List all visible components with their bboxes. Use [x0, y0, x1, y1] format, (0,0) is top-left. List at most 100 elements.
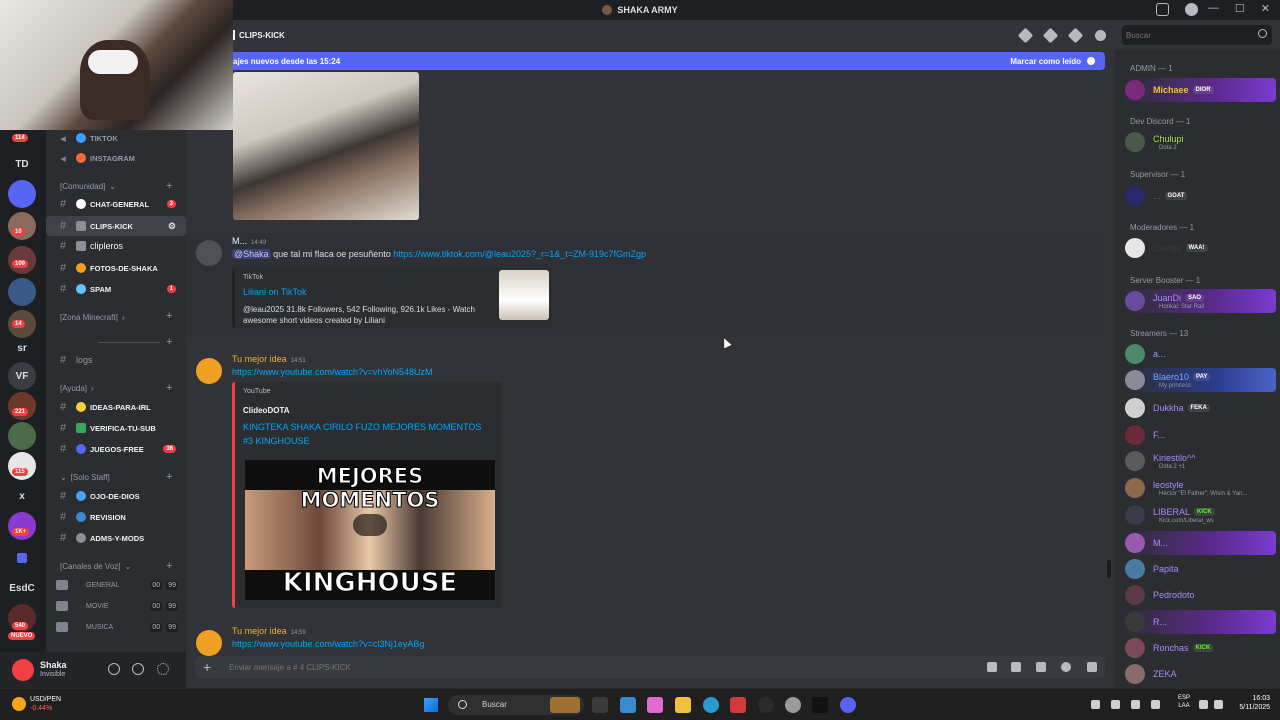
edge-icon[interactable]: [703, 697, 719, 713]
volume-icon[interactable]: [1214, 700, 1223, 709]
embed-title-line1[interactable]: KINGTEKA SHAKA CIRILO FUZO MEJORES MOMEN…: [243, 422, 481, 432]
app-icon[interactable]: [812, 697, 828, 713]
tray-app-icon[interactable]: [1111, 700, 1120, 709]
embed-author[interactable]: ClideoDOTA: [243, 406, 290, 415]
message-link[interactable]: https://www.youtube.com/watch?v=cl3Nj1ey…: [232, 639, 424, 649]
clock[interactable]: 16:03 5/11/2025: [1239, 694, 1270, 712]
category-zona-minecraft[interactable]: [Zona Minecraft] ›: [60, 313, 124, 322]
channel-juegos-free[interactable]: # JUEGOS-FREE 36: [46, 439, 186, 459]
search-input[interactable]: [1122, 25, 1272, 45]
pin-icon[interactable]: [1067, 27, 1084, 43]
file-explorer-icon[interactable]: [675, 697, 691, 713]
microphone-icon[interactable]: [108, 663, 120, 675]
member-item[interactable]: M...: [1121, 531, 1276, 555]
member-item[interactable]: Papita: [1121, 557, 1276, 581]
member-item[interactable]: leostyle Héctor "El Father", Wisin & Yan…: [1121, 476, 1276, 500]
task-view-icon[interactable]: [592, 697, 608, 713]
member-item[interactable]: R...: [1121, 610, 1276, 634]
scrollbar-thumb[interactable]: [1107, 560, 1111, 578]
author-avatar[interactable]: [196, 630, 222, 656]
member-item[interactable]: Pedrodoto: [1121, 583, 1276, 607]
inbox-icon[interactable]: [1156, 3, 1169, 16]
member-item[interactable]: Ronchas KICK: [1121, 636, 1276, 660]
channel-spam[interactable]: # SPAM 1: [46, 279, 186, 299]
apps-icon[interactable]: [1087, 662, 1097, 672]
server-folder[interactable]: [8, 180, 36, 208]
sticker-icon[interactable]: [1036, 662, 1046, 672]
member-item[interactable]: Michaee DIOR: [1121, 78, 1276, 102]
author-name[interactable]: Tu mejor idea: [232, 626, 287, 636]
upload-plus-icon[interactable]: +: [203, 659, 211, 675]
notepad-icon[interactable]: [620, 697, 636, 713]
voice-channel-general[interactable]: GENERAL 00 99: [46, 575, 186, 595]
author-avatar[interactable]: [196, 358, 222, 384]
embed-thumbnail[interactable]: [499, 270, 549, 320]
channel-tiktok[interactable]: ◂ TIKTOK: [46, 128, 186, 148]
message-input[interactable]: [229, 660, 829, 674]
threads-icon[interactable]: [1017, 27, 1034, 43]
embed-title[interactable]: Liliani on TikTok: [243, 287, 307, 297]
minimize-button[interactable]: —: [1208, 2, 1219, 15]
server-avatar[interactable]: [8, 422, 36, 450]
channel-ojo-de-dios[interactable]: # OJO-DE-DIOS: [46, 486, 186, 506]
play-button-icon[interactable]: [353, 514, 387, 536]
app-icon[interactable]: [785, 697, 801, 713]
settings-gear-icon[interactable]: ⚙: [168, 221, 176, 232]
add-channel-icon[interactable]: +: [166, 180, 172, 192]
member-item[interactable]: Dukkha FEKA: [1121, 396, 1276, 420]
app-icon[interactable]: [730, 697, 746, 713]
server-x[interactable]: x: [8, 482, 36, 510]
windows-start-icon[interactable]: [424, 698, 438, 712]
maximize-button[interactable]: ☐: [1235, 2, 1245, 15]
channel-ideas-para-irl[interactable]: # IDEAS-PARA-IRL: [46, 397, 186, 417]
author-name[interactable]: M...: [232, 236, 247, 246]
category-comunidad[interactable]: [Comunidad] ⌄: [60, 182, 116, 191]
server-folder-small[interactable]: [8, 544, 36, 572]
new-messages-bar[interactable]: ajes nuevos desde las 15:24 Marcar como …: [233, 52, 1105, 70]
server-esdc[interactable]: EsdC: [8, 574, 36, 602]
channel-revision[interactable]: # REVISION: [46, 507, 186, 527]
user-mention[interactable]: @Shaka: [232, 249, 271, 259]
channel-fotos-de-shaka[interactable]: # FOTOS-DE-SHAKA: [46, 258, 186, 278]
language-indicator[interactable]: ESP LAA: [1178, 694, 1190, 710]
member-item[interactable]: a...: [1121, 342, 1276, 366]
member-item[interactable]: Blaero10 PAY My princess: [1121, 368, 1276, 392]
channel-adms-y-mods[interactable]: # ADMS-Y-MODS: [46, 528, 186, 548]
wifi-icon[interactable]: [1199, 700, 1208, 709]
settings-gear-icon[interactable]: [157, 663, 169, 675]
close-button[interactable]: ✕: [1261, 2, 1270, 15]
mark-read-button[interactable]: Marcar como leído: [1010, 57, 1095, 66]
message-link[interactable]: https://www.tiktok.com/@leau2025?_r=1&_t…: [393, 249, 646, 259]
member-item[interactable]: !Sadge WAA!: [1121, 236, 1276, 260]
voice-channel-movie[interactable]: MOVIE 00 99: [46, 596, 186, 616]
add-channel-icon[interactable]: +: [166, 471, 172, 483]
emoji-icon[interactable]: [1061, 662, 1071, 672]
member-list-icon[interactable]: [1095, 29, 1106, 41]
tray-app-icon[interactable]: [1131, 700, 1140, 709]
image-attachment[interactable]: [233, 72, 419, 220]
server-sr[interactable]: sr: [8, 334, 36, 362]
message-link[interactable]: https://www.youtube.com/watch?v=vhYoN548…: [232, 367, 433, 377]
member-item[interactable]: F...: [1121, 423, 1276, 447]
discord-icon[interactable]: [840, 697, 856, 713]
voice-channel-musica[interactable]: MUSICA 00 99: [46, 617, 186, 637]
member-item[interactable]: JuanDi SAO Honkai: Star Rail: [1121, 289, 1276, 313]
add-channel-icon[interactable]: +: [166, 336, 172, 348]
stock-widget[interactable]: USD/PEN -0.44%: [12, 695, 61, 713]
taskbar-search[interactable]: Buscar: [448, 695, 584, 715]
copilot-icon[interactable]: [647, 697, 663, 713]
channel-chat-general[interactable]: # CHAT-GENERAL 3: [46, 194, 186, 214]
app-icon[interactable]: [758, 697, 774, 713]
server-vf[interactable]: VF: [8, 362, 36, 390]
category-ayuda[interactable]: [Ayuda] ›: [60, 384, 94, 393]
help-icon[interactable]: [1185, 3, 1198, 16]
member-item[interactable]: Kiriestilo^^ Dota 2 +1: [1121, 449, 1276, 473]
author-avatar[interactable]: [196, 240, 222, 266]
video-thumbnail[interactable]: MEJORES MOMENTOS KINGHOUSE: [245, 460, 495, 600]
tray-app-icon[interactable]: [1151, 700, 1160, 709]
category-solo-staff[interactable]: ⌄ [Solo Staff]: [60, 473, 110, 482]
user-info[interactable]: Shaka Invisible: [40, 660, 67, 680]
channel-clipleros[interactable]: # clipleros: [46, 236, 186, 256]
server-avatar[interactable]: [8, 278, 36, 306]
author-name[interactable]: Tu mejor idea: [232, 354, 287, 364]
